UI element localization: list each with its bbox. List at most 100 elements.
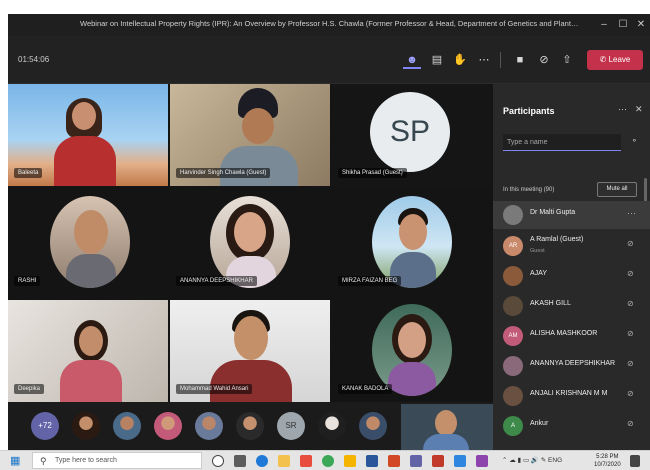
- participant-row[interactable]: AJAY ⊘: [493, 262, 650, 290]
- more-options-icon[interactable]: ⋯: [618, 104, 627, 115]
- minimize-icon[interactable]: –: [596, 17, 612, 33]
- taskbar-search-box[interactable]: ⚲ Type here to search: [32, 452, 202, 469]
- self-view-video[interactable]: [401, 404, 493, 450]
- chat-icon[interactable]: ▤: [428, 51, 446, 69]
- participant-thumbnail[interactable]: [236, 412, 264, 440]
- participant-row[interactable]: A Ankur ⊘: [493, 412, 650, 440]
- participant-name: A Ramlal (Guest): [530, 236, 584, 243]
- app-icon[interactable]: [432, 455, 444, 467]
- participant-role: Guest: [530, 248, 545, 254]
- participant-name-tag: Harvinder Singh Chawla (Guest): [176, 168, 271, 178]
- meeting-toolbar: 01:54:06 ☻ ▤ ✋ ⋯ ■ ⊘ ⇧ ✆ Leave: [8, 36, 650, 84]
- participant-thumbnail[interactable]: [318, 412, 346, 440]
- teams-icon[interactable]: [410, 455, 422, 467]
- more-options-icon[interactable]: ⋯: [627, 208, 636, 219]
- video-grid: Baleeta Harvinder Singh Chawla (Guest) S…: [8, 84, 493, 402]
- maximize-icon[interactable]: ☐: [615, 17, 631, 33]
- participant-name: Dr Malti Gupta: [530, 209, 576, 216]
- word-icon[interactable]: [366, 455, 378, 467]
- video-tile[interactable]: Deepika: [8, 300, 168, 402]
- video-tile[interactable]: Baleeta: [8, 84, 168, 186]
- mic-off-icon[interactable]: ⊘: [627, 299, 634, 308]
- participant-row[interactable]: AM ALISHA MASHKOOR ⊘: [493, 322, 650, 350]
- file-explorer-icon[interactable]: [278, 455, 290, 467]
- mute-all-button[interactable]: Mute all: [597, 182, 637, 197]
- avatar: [503, 205, 523, 225]
- mic-off-icon[interactable]: ⊘: [627, 359, 634, 368]
- video-tile[interactable]: RASHI: [8, 192, 168, 294]
- taskbar-clock[interactable]: 5:28 PM 10/7/2020: [594, 453, 621, 469]
- windows-start-icon[interactable]: ▦: [10, 456, 21, 467]
- app-icon[interactable]: [454, 455, 466, 467]
- close-icon[interactable]: ✕: [635, 104, 643, 115]
- clock-date: 10/7/2020: [594, 462, 621, 468]
- avatar: AR: [503, 236, 523, 256]
- self-body: [423, 434, 469, 450]
- video-tile[interactable]: ANANNYA DEEPSHIKHAR: [170, 192, 330, 294]
- participant-face: [242, 108, 274, 144]
- app-icon[interactable]: [300, 455, 312, 467]
- raise-hand-icon[interactable]: ✋: [451, 51, 469, 69]
- avatar: [503, 296, 523, 316]
- share-invite-icon[interactable]: ⚬: [631, 136, 638, 145]
- participant-name-tag: Baleeta: [14, 168, 43, 178]
- task-view-icon[interactable]: [234, 455, 246, 467]
- app-icon[interactable]: [344, 455, 356, 467]
- video-tile[interactable]: MIRZA FAIZAN BEG: [332, 192, 492, 294]
- mic-off-icon[interactable]: ⊘: [627, 269, 634, 278]
- app-icon[interactable]: [476, 455, 488, 467]
- system-tray[interactable]: ⌃ ☁ ▮ ▭ 🔊 ✎ ENG: [502, 456, 562, 464]
- powerpoint-icon[interactable]: [388, 455, 400, 467]
- participant-row[interactable]: ANJALI KRISHNAN M M ⊘: [493, 382, 650, 410]
- notification-icon[interactable]: [630, 455, 640, 467]
- participant-name-tag: ANANNYA DEEPSHIKHAR: [176, 276, 257, 286]
- video-tile[interactable]: Harvinder Singh Chawla (Guest): [170, 84, 330, 186]
- participant-thumbnail[interactable]: [359, 412, 387, 440]
- participant-name: Ankur: [530, 420, 549, 427]
- avatar: [503, 386, 523, 406]
- participant-row[interactable]: AR A Ramlal (Guest) Guest ⊘: [493, 232, 650, 260]
- participant-name-tag: Deepika: [14, 384, 45, 394]
- participant-avatar: [210, 196, 290, 288]
- close-icon[interactable]: ✕: [633, 17, 649, 33]
- participant-thumbnail[interactable]: [195, 412, 223, 440]
- more-participants-button[interactable]: +72: [31, 412, 59, 440]
- participant-row[interactable]: ANANNYA DEEPSHIKHAR ⊘: [493, 352, 650, 380]
- participant-row[interactable]: Dr Malti Gupta ⋯: [493, 201, 650, 229]
- edge-icon[interactable]: [256, 455, 268, 467]
- participants-icon[interactable]: ☻: [403, 51, 421, 69]
- participant-face: [234, 316, 268, 360]
- avatar: [503, 266, 523, 286]
- mic-off-icon[interactable]: ⊘: [627, 419, 634, 428]
- participant-face: [234, 212, 266, 252]
- participant-initials-thumbnail[interactable]: SR: [277, 412, 305, 440]
- video-tile[interactable]: Mohammad Wahid Ansari: [170, 300, 330, 402]
- in-meeting-count: In this meeting (90): [503, 187, 555, 193]
- participant-face: [398, 322, 426, 358]
- video-tile[interactable]: SP Shikha Prasad (Guest): [332, 84, 492, 186]
- participant-thumbnail[interactable]: [154, 412, 182, 440]
- video-tile[interactable]: KANAK BADOLA: [332, 300, 492, 402]
- overflow-participant-strip: +72 SR: [8, 402, 493, 450]
- participant-row[interactable]: AKASH GILL ⊘: [493, 292, 650, 320]
- participant-name: ALISHA MASHKOOR: [530, 330, 598, 337]
- mic-off-icon[interactable]: ⊘: [627, 329, 634, 338]
- mic-off-icon[interactable]: ⊘: [535, 51, 553, 69]
- participant-thumbnail[interactable]: [72, 412, 100, 440]
- more-actions-icon[interactable]: ⋯: [475, 51, 493, 69]
- participant-name: ANJALI KRISHNAN M M: [530, 390, 608, 397]
- camera-icon[interactable]: ■: [511, 51, 529, 69]
- participant-avatar: [372, 196, 452, 288]
- participant-search-input[interactable]: [503, 134, 621, 151]
- cortana-icon[interactable]: [212, 455, 224, 467]
- mic-off-icon[interactable]: ⊘: [627, 389, 634, 398]
- chrome-icon[interactable]: [322, 455, 334, 467]
- taskbar-search-text: Type here to search: [55, 457, 117, 464]
- language-indicator: ENG: [548, 457, 563, 464]
- share-screen-icon[interactable]: ⇧: [558, 51, 576, 69]
- mic-off-icon[interactable]: ⊘: [627, 239, 634, 248]
- participant-thumbnail[interactable]: [113, 412, 141, 440]
- leave-button[interactable]: ✆ Leave: [587, 50, 643, 70]
- meeting-timer: 01:54:06: [18, 55, 50, 64]
- participant-avatar: [50, 196, 130, 288]
